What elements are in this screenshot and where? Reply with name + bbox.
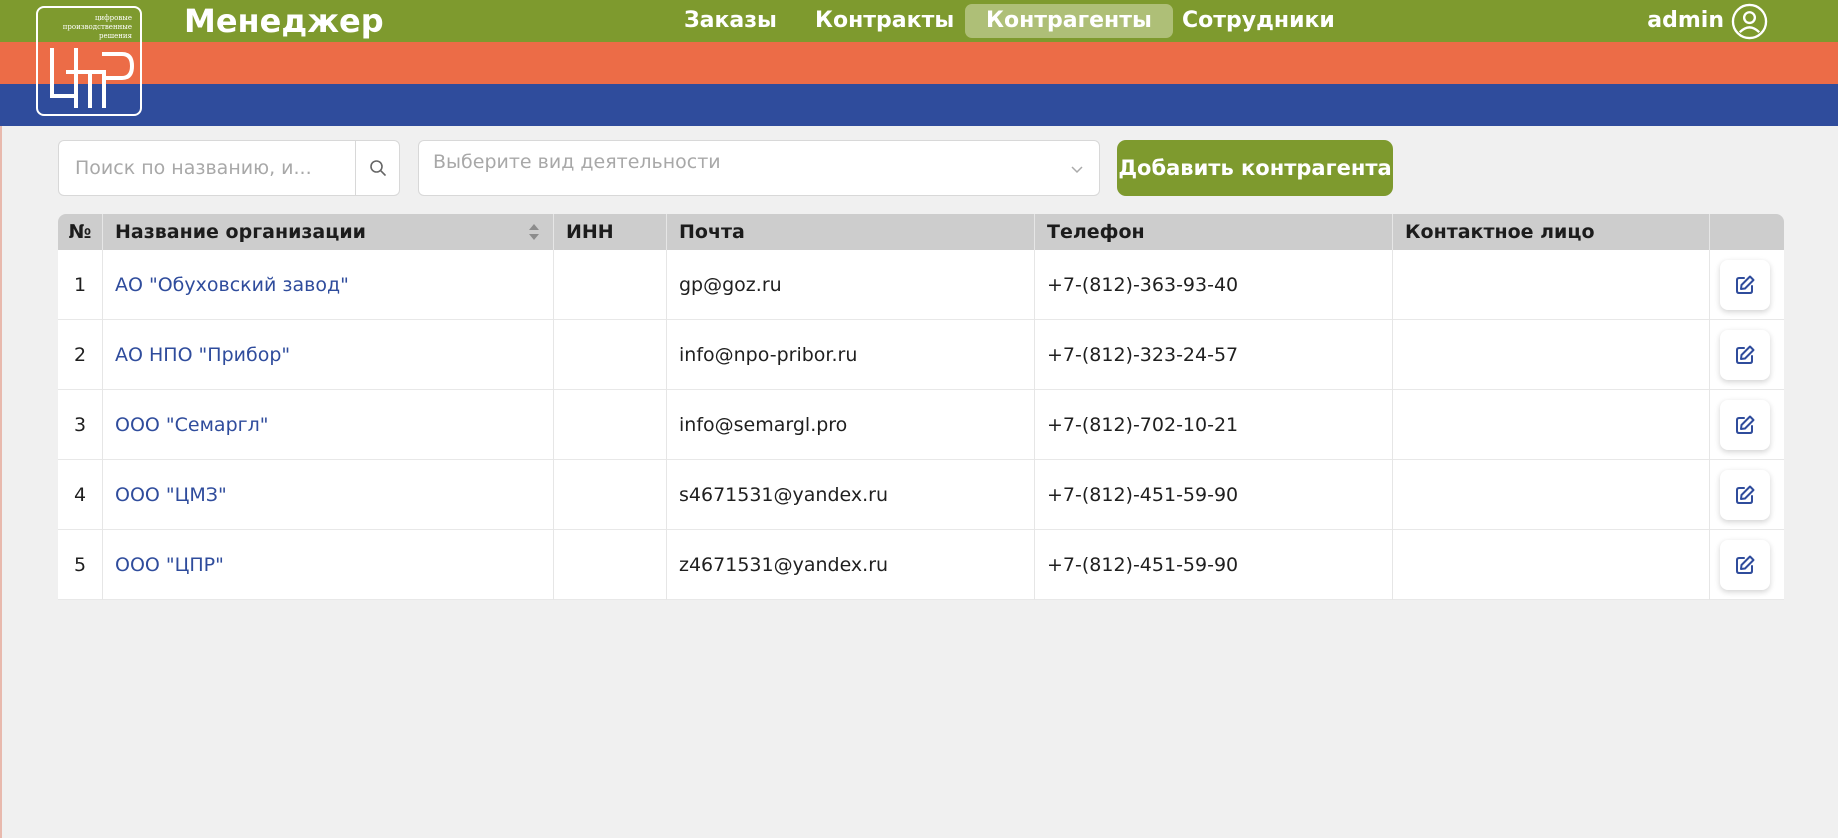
cell-phone: +7-(812)-363-93-40	[1035, 250, 1393, 320]
header-stripe-blue	[0, 84, 1838, 126]
column-header-email: Почта	[667, 214, 1035, 250]
column-header-org-name-label: Название организации	[115, 221, 366, 243]
edit-icon	[1736, 275, 1755, 294]
cell-inn	[554, 250, 667, 320]
search-box	[58, 140, 400, 196]
activity-placeholder: Выберите вид деятельности	[433, 151, 721, 173]
edit-button[interactable]	[1720, 260, 1770, 310]
cell-email: z4671531@yandex.ru	[667, 530, 1035, 600]
cell-email: s4671531@yandex.ru	[667, 460, 1035, 530]
edit-icon	[1736, 555, 1755, 574]
nav-orders[interactable]: Заказы	[663, 4, 798, 38]
logo-mark-icon	[50, 48, 134, 108]
sort-icon[interactable]	[527, 222, 541, 242]
search-icon	[369, 160, 386, 176]
logo-tagline: цифровые производственные решения	[62, 14, 132, 40]
user-name[interactable]: admin	[1647, 4, 1724, 38]
cell-inn	[554, 320, 667, 390]
cell-number: 1	[58, 250, 103, 320]
cell-org-link[interactable]: ООО "ЦПР"	[103, 530, 554, 600]
edit-icon	[1736, 415, 1755, 434]
cell-contact	[1393, 460, 1710, 530]
cell-org-link[interactable]: АО "Обуховский завод"	[103, 250, 554, 320]
chevron-down-icon	[1071, 166, 1083, 174]
cell-actions	[1710, 390, 1784, 460]
table-header: № Название организации ИНН Почта Телефон…	[58, 214, 1784, 250]
cell-phone: +7-(812)-451-59-90	[1035, 530, 1393, 600]
header-stripe-orange	[0, 42, 1838, 84]
column-header-actions	[1710, 214, 1784, 250]
nav-contracts[interactable]: Контракты	[794, 4, 975, 38]
column-header-phone: Телефон	[1035, 214, 1393, 250]
cell-org-link[interactable]: ООО "Семаргл"	[103, 390, 554, 460]
table-row: 2 АО НПО "Прибор" info@npo-pribor.ru +7-…	[58, 320, 1784, 390]
app-title: Менеджер	[184, 2, 384, 40]
activity-select[interactable]: Выберите вид деятельности	[418, 140, 1100, 196]
edit-button[interactable]	[1720, 540, 1770, 590]
search-input[interactable]	[59, 141, 355, 195]
counterparties-table: № Название организации ИНН Почта Телефон…	[58, 214, 1784, 600]
edit-button[interactable]	[1720, 470, 1770, 520]
table-row: 4 ООО "ЦМЗ" s4671531@yandex.ru +7-(812)-…	[58, 460, 1784, 530]
search-button[interactable]	[355, 141, 399, 195]
nav-counterparties[interactable]: Контрагенты	[965, 4, 1173, 38]
column-header-org-name[interactable]: Название организации	[103, 214, 554, 250]
cell-phone: +7-(812)-702-10-21	[1035, 390, 1393, 460]
cell-contact	[1393, 250, 1710, 320]
nav-employees[interactable]: Сотрудники	[1161, 4, 1356, 38]
cell-inn	[554, 460, 667, 530]
cell-number: 4	[58, 460, 103, 530]
edit-icon	[1736, 485, 1755, 504]
cell-contact	[1393, 390, 1710, 460]
cell-number: 2	[58, 320, 103, 390]
column-header-contact: Контактное лицо	[1393, 214, 1710, 250]
edit-icon	[1736, 345, 1755, 364]
cell-actions	[1710, 460, 1784, 530]
cell-org-link[interactable]: АО НПО "Прибор"	[103, 320, 554, 390]
cell-org-link[interactable]: ООО "ЦМЗ"	[103, 460, 554, 530]
cell-phone: +7-(812)-323-24-57	[1035, 320, 1393, 390]
cell-number: 5	[58, 530, 103, 600]
column-header-number: №	[58, 214, 103, 250]
cell-actions	[1710, 320, 1784, 390]
cell-actions	[1710, 250, 1784, 320]
cell-inn	[554, 530, 667, 600]
cell-inn	[554, 390, 667, 460]
cell-actions	[1710, 530, 1784, 600]
cell-contact	[1393, 320, 1710, 390]
cell-email: info@semargl.pro	[667, 390, 1035, 460]
table-row: 5 ООО "ЦПР" z4671531@yandex.ru +7-(812)-…	[58, 530, 1784, 600]
company-logo[interactable]: цифровые производственные решения	[36, 6, 142, 116]
cell-contact	[1393, 530, 1710, 600]
column-header-inn: ИНН	[554, 214, 667, 250]
table-row: 1 АО "Обуховский завод" gp@goz.ru +7-(81…	[58, 250, 1784, 320]
edit-button[interactable]	[1720, 400, 1770, 450]
edit-button[interactable]	[1720, 330, 1770, 380]
cell-email: info@npo-pribor.ru	[667, 320, 1035, 390]
cell-number: 3	[58, 390, 103, 460]
cell-phone: +7-(812)-451-59-90	[1035, 460, 1393, 530]
add-counterparty-button[interactable]: Добавить контрагента	[1117, 140, 1393, 196]
user-circle-icon[interactable]	[1731, 3, 1768, 40]
cell-email: gp@goz.ru	[667, 250, 1035, 320]
table-row: 3 ООО "Семаргл" info@semargl.pro +7-(812…	[58, 390, 1784, 460]
